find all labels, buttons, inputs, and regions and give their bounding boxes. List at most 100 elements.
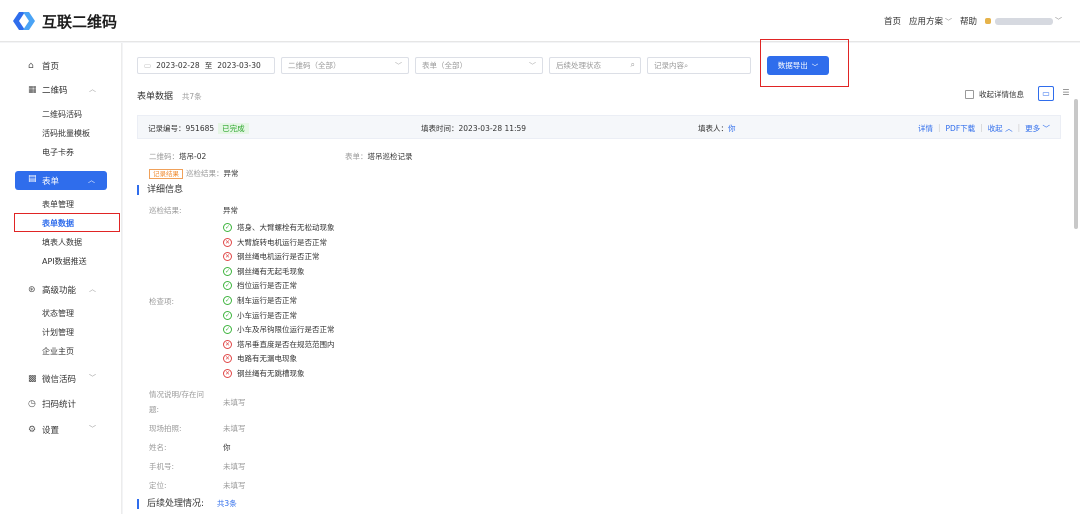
- list-view-icon: ☰: [1062, 88, 1070, 97]
- chevron-down-icon: ﹀: [1042, 124, 1051, 133]
- chevron-down-icon: ﹀: [89, 374, 96, 382]
- value: 塔吊巡检记录: [367, 152, 413, 161]
- check-item: ✓ 钢丝绳有无起毛现象: [223, 266, 305, 277]
- check-item-text: 钢丝绳有无跳槽现象: [237, 369, 305, 378]
- check-item: ✕ 钢丝绳电机运行是否正常: [223, 251, 320, 262]
- sidebar-item-label: 高级功能: [42, 286, 77, 296]
- highlight-box-export: [760, 39, 849, 87]
- nav-solutions-label: 应用方案: [908, 17, 943, 27]
- sidebar-sub-plan[interactable]: 计划管理: [42, 327, 74, 338]
- x-circle-icon: ✕: [223, 339, 232, 349]
- sidebar-sub-api-push[interactable]: API数据推送: [42, 256, 87, 267]
- sidebar-sub-qr-live[interactable]: 二维码活码: [42, 109, 82, 120]
- check-item: ✓ 档位运行是否正常: [223, 280, 297, 291]
- detail-section-title: 详细信息: [137, 185, 183, 195]
- user-name-blurred: [995, 17, 1053, 25]
- record-header: 记录编号：951685 已完成 填表时间：2023-03-28 11:59 填表人…: [137, 115, 1061, 139]
- clock-icon: ◷: [28, 399, 36, 409]
- logo[interactable]: 互联二维码: [12, 10, 117, 32]
- location-value: 未填写: [223, 481, 246, 490]
- sidebar: ⌂ 首页 ▦ 二维码 ︿ 二维码活码 活码批量模板 电子卡券 ▤ 表单 ︿ 表单…: [0, 43, 122, 514]
- card-view-button[interactable]: ▭: [1038, 86, 1054, 101]
- summary-result: 记录结果 巡检结果：异常: [149, 168, 239, 179]
- sidebar-item-stats[interactable]: ◷ 扫码统计: [0, 395, 122, 413]
- sidebar-sub-filler-data[interactable]: 填表人数据: [42, 237, 82, 248]
- chevron-down-icon: ﹀: [395, 62, 402, 70]
- date-end: 2023-03-30: [217, 61, 261, 70]
- sidebar-item-advanced[interactable]: ⊛ 高级功能 ︿: [0, 281, 122, 299]
- more-link[interactable]: 更多 ﹀: [1025, 123, 1050, 134]
- sidebar-item-form[interactable]: ▤ 表单 ︿: [15, 171, 107, 190]
- sidebar-item-label: 表单: [42, 177, 60, 187]
- content-search-input[interactable]: 记录内容 ⌕: [647, 57, 751, 74]
- check-circle-icon: ✓: [223, 281, 232, 291]
- check-item-text: 小车运行是否正常: [237, 310, 297, 320]
- result-tag: 记录结果: [149, 169, 183, 179]
- detail-link[interactable]: 详情: [918, 123, 933, 134]
- sidebar-item-home[interactable]: ⌂ 首页: [0, 57, 122, 75]
- top-header: 互联二维码 首页 应用方案 ﹀ 帮助 ﹀: [0, 0, 1080, 42]
- sidebar-sub-qr-batch[interactable]: 活码批量模板: [42, 128, 90, 139]
- sidebar-item-settings[interactable]: ⚙ 设置 ﹀: [0, 421, 122, 439]
- card-view-icon: ▭: [1042, 89, 1050, 98]
- check-item: ✓ 小车及吊钩限位运行是否正常: [223, 324, 335, 335]
- nav-home[interactable]: 首页: [884, 15, 901, 27]
- check-item-text: 大臂旋转电机运行是否正常: [237, 237, 327, 247]
- qrcode-select[interactable]: 二维码（全部） ﹀: [281, 57, 409, 74]
- collapse-link[interactable]: 收起 ︿: [988, 123, 1013, 134]
- chevron-up-icon: ︿: [89, 85, 96, 93]
- nav-help[interactable]: 帮助: [960, 15, 977, 27]
- sidebar-item-label: 首页: [42, 62, 60, 72]
- record-time: 填表时间：2023-03-28 11:59: [421, 124, 527, 133]
- collapse-link-label: 收起: [987, 124, 1003, 133]
- label: 巡检结果：: [186, 169, 224, 178]
- check-item: ✕ 塔吊垂直度是否在规范范围内: [223, 339, 335, 350]
- record-filler: 填表人：你: [698, 123, 736, 134]
- followup-title: 后续处理情况:: [147, 499, 205, 509]
- user-avatar: [985, 18, 991, 24]
- check-item-text: 档位运行是否正常: [237, 281, 297, 291]
- note-value: 未填写: [223, 398, 246, 407]
- chevron-up-icon: ︿: [89, 285, 96, 293]
- label: 二维码：: [149, 152, 179, 161]
- check-item: ✕ 大臂旋转电机运行是否正常: [223, 237, 327, 248]
- search-icon[interactable]: ⌕: [631, 60, 635, 70]
- summary-qrcode: 二维码：塔吊-02: [149, 151, 206, 162]
- list-view-button[interactable]: ☰: [1058, 86, 1074, 101]
- summary-form: 表单：塔吊巡检记录: [345, 151, 413, 162]
- form-select[interactable]: 表单（全部） ﹀: [415, 57, 543, 74]
- divider: |: [938, 123, 941, 132]
- value: 塔吊-02: [179, 152, 207, 161]
- scrollbar[interactable]: [1074, 99, 1078, 229]
- home-icon: ⌂: [28, 61, 34, 71]
- followup-count-link[interactable]: 共3条: [217, 499, 237, 508]
- sidebar-sub-homepage[interactable]: 企业主页: [42, 346, 74, 357]
- check-items-label: 检查项:: [149, 297, 175, 306]
- section-title: 表单数据: [137, 92, 174, 102]
- collapse-label: 收起详情信息: [979, 90, 1024, 99]
- checkbox[interactable]: [965, 90, 974, 99]
- filler-link[interactable]: 你: [728, 124, 736, 133]
- sidebar-sub-form-manage[interactable]: 表单管理: [42, 199, 74, 210]
- status-search-input[interactable]: 后续处理状态 ⌕: [549, 57, 641, 74]
- sidebar-item-label: 扫码统计: [42, 400, 77, 410]
- sidebar-item-wechat[interactable]: ▩ 微信活码 ﹀: [0, 370, 122, 388]
- qrcode-icon: ▦: [28, 85, 37, 95]
- date-separator: 至: [204, 61, 213, 70]
- user-menu[interactable]: ﹀: [985, 16, 1062, 26]
- check-item-text: 塔身、大臂螺栓有无松动现象: [237, 223, 335, 232]
- check-item-text: 钢丝绳电机运行是否正常: [237, 252, 320, 262]
- content-placeholder: 记录内容: [654, 61, 684, 70]
- search-icon[interactable]: ⌕: [684, 61, 688, 71]
- sidebar-sub-qr-coupon[interactable]: 电子卡券: [42, 147, 74, 158]
- nav-solutions[interactable]: 应用方案 ﹀: [909, 15, 952, 27]
- top-nav: 首页 应用方案 ﹀ 帮助 ﹀: [884, 15, 1062, 27]
- sidebar-item-qrcode[interactable]: ▦ 二维码 ︿: [0, 81, 122, 99]
- collapse-details-option[interactable]: 收起详情信息: [965, 89, 1024, 100]
- logo-text: 互联二维码: [42, 12, 118, 31]
- sidebar-item-label: 二维码: [42, 86, 68, 96]
- date-range-picker[interactable]: ▭ 2023-02-28 至 2023-03-30: [137, 57, 275, 74]
- pdf-download-link[interactable]: PDF下载: [946, 123, 976, 134]
- sidebar-sub-status[interactable]: 状态管理: [42, 308, 74, 319]
- divider: |: [980, 123, 983, 132]
